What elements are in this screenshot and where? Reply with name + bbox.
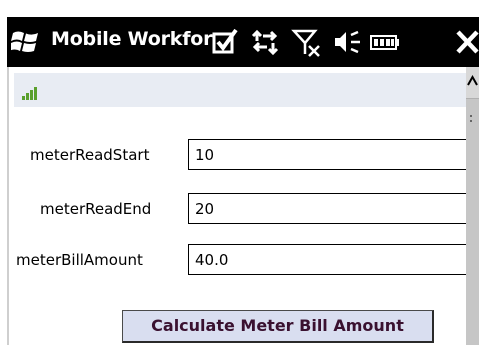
app-window: Mobile Workfor meterReadStart 10 meterRe… — [7, 17, 479, 345]
window-title: Mobile Workfor — [51, 28, 213, 50]
battery-icon[interactable] — [369, 26, 401, 58]
meter-bill-amount-label: meterBillAmount — [16, 251, 143, 269]
status-strip — [14, 73, 466, 107]
no-signal-icon[interactable] — [291, 26, 323, 58]
close-icon[interactable] — [453, 26, 479, 58]
windows-logo-icon[interactable] — [9, 29, 41, 55]
meter-read-start-input[interactable]: 10 — [188, 139, 478, 170]
scroll-grip-icon — [470, 115, 472, 122]
connectivity-arrows-icon[interactable] — [249, 26, 281, 58]
meter-bill-amount-input[interactable]: 40.0 — [188, 244, 478, 275]
title-bar: Mobile Workfor — [7, 17, 479, 67]
meter-read-end-label: meterReadEnd — [40, 200, 152, 218]
vertical-scrollbar[interactable] — [466, 67, 479, 345]
meter-read-end-input[interactable]: 20 — [188, 193, 478, 224]
calculate-meter-bill-button[interactable]: Calculate Meter Bill Amount — [122, 310, 434, 343]
scroll-up-button[interactable] — [466, 67, 479, 99]
speaker-icon[interactable] — [331, 26, 363, 58]
meter-read-start-label: meterReadStart — [30, 146, 150, 164]
signal-strength-icon — [22, 85, 42, 104]
checkbox-checked-icon[interactable] — [209, 26, 241, 58]
chevron-up-icon — [467, 74, 478, 86]
form-panel: meterReadStart 10 meterReadEnd 20 meterB… — [7, 67, 479, 345]
